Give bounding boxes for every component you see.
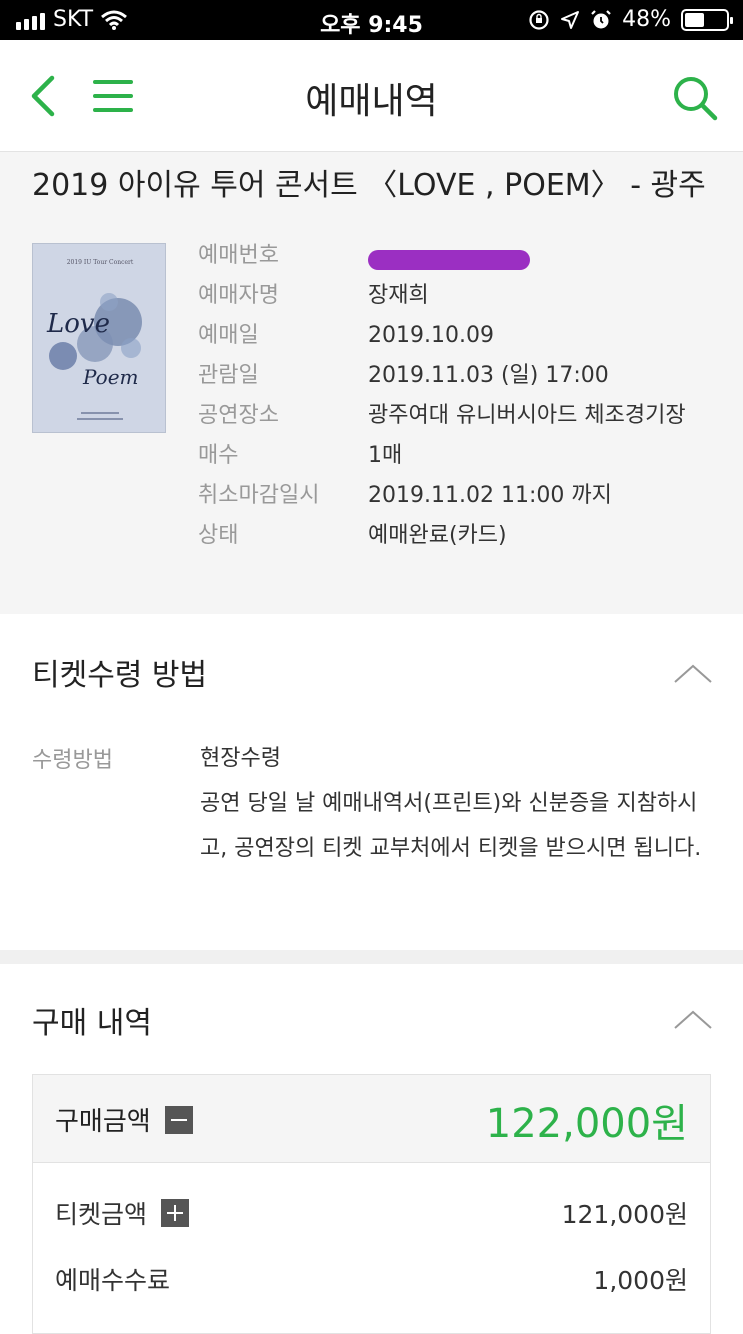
- ticket-count-label: 매수: [198, 443, 239, 468]
- collapse-chevron-icon[interactable]: [673, 662, 713, 684]
- poster-artwork: 2019 IU Tour Concert Love Poem: [33, 244, 165, 432]
- booking-info-section: 2019 아이유 투어 콘서트 〈LOVE , POEM〉 - 광주 2019 …: [0, 152, 743, 614]
- receive-method-description: 공연 당일 날 예매내역서(프린트)와 신분증을 지참하시고, 공연장의 티켓 …: [200, 791, 702, 861]
- poster-header: 2019 IU Tour Concert: [67, 259, 134, 266]
- booking-row-venue: 공연장소 광주여대 유니버시아드 체조경기장: [198, 396, 718, 436]
- purchase-section: 구매 내역 구매금액 122,000원 티켓금액 121,000원 예매수수료 …: [0, 964, 743, 1334]
- total-price-label-group: 구매금액: [55, 1101, 193, 1138]
- status-bar: SKT 오후 9:45 48%: [0, 0, 743, 40]
- booker-name-value: 장재희: [368, 283, 429, 308]
- booking-row-cancel-deadline: 취소마감일시 2019.11.02 11:00 까지: [198, 476, 718, 516]
- section-divider: [0, 950, 743, 964]
- booking-row-count: 매수 1매: [198, 436, 718, 476]
- receive-method-label: 수령방법: [32, 748, 113, 773]
- plus-box-icon[interactable]: [161, 1199, 190, 1227]
- purchase-title: 구매 내역: [32, 1006, 152, 1041]
- concert-poster: 2019 IU Tour Concert Love Poem: [32, 243, 166, 433]
- total-price-row[interactable]: 구매금액 122,000원: [33, 1075, 710, 1163]
- show-date-value: 2019.11.03 (일) 17:00: [368, 363, 609, 388]
- collapse-chevron-icon[interactable]: [673, 1008, 713, 1030]
- ticket-receive-title: 티켓수령 방법: [32, 658, 208, 693]
- booking-row-number: 예매번호: [198, 236, 718, 276]
- battery-icon: [681, 8, 733, 31]
- status-label: 상태: [198, 523, 239, 548]
- booking-number-value: [368, 236, 718, 276]
- ticket-receive-section: 티켓수령 방법 수령방법 현장수령 공연 당일 날 예매내역서(프린트)와 신분…: [0, 614, 743, 950]
- battery-fill: [685, 12, 705, 27]
- ticket-price-amount: 121,000원: [561, 1200, 688, 1229]
- concert-title: 2019 아이유 투어 콘서트 〈LOVE , POEM〉 - 광주: [32, 168, 706, 203]
- poster-word-poem: Poem: [82, 365, 139, 389]
- fee-amount: 1,000원: [593, 1266, 688, 1295]
- minus-box-icon[interactable]: [164, 1105, 193, 1134]
- fee-label-group: 예매수수료: [55, 1261, 170, 1297]
- redaction-mark: [368, 250, 530, 270]
- fee-row: 예매수수료 1,000원: [33, 1241, 710, 1307]
- status-value: 예매완료(카드): [368, 523, 507, 548]
- booking-row-name: 예매자명 장재희: [198, 276, 718, 316]
- booking-date-value: 2019.10.09: [368, 323, 494, 348]
- booking-row-date: 예매일 2019.10.09: [198, 316, 718, 356]
- location-icon: [561, 10, 580, 29]
- ticket-count-value: 1매: [368, 443, 403, 468]
- cancel-deadline-label: 취소마감일시: [198, 483, 320, 508]
- alarm-icon: [591, 9, 611, 28]
- receive-method-value: 현장수령: [200, 746, 281, 771]
- total-price-amount: 122,000원: [485, 1101, 688, 1147]
- ticket-price-label: 티켓금액: [55, 1200, 148, 1229]
- venue-value: 광주여대 유니버시아드 체조경기장: [368, 403, 686, 428]
- booking-details: 예매번호 예매자명 장재희 예매일 2019.10.09 관람일 2019.11…: [198, 236, 718, 556]
- fee-label: 예매수수료: [55, 1266, 171, 1295]
- ticket-price-label-group: 티켓금액: [55, 1195, 190, 1231]
- total-price-label: 구매금액: [55, 1107, 151, 1137]
- battery-percent: 48%: [622, 7, 671, 32]
- poster-word-love: Love: [46, 309, 110, 339]
- ticket-price-row[interactable]: 티켓금액 121,000원: [33, 1175, 710, 1241]
- page-title: 예매내역: [305, 81, 438, 122]
- status-right: 48%: [528, 7, 733, 32]
- booking-date-label: 예매일: [198, 323, 259, 348]
- booking-number-label: 예매번호: [198, 243, 279, 268]
- cancel-deadline-value: 2019.11.02 11:00 까지: [368, 483, 612, 508]
- search-icon[interactable]: [671, 74, 719, 122]
- booking-row-show-date: 관람일 2019.11.03 (일) 17:00: [198, 356, 718, 396]
- nav-bar: 예매내역: [0, 40, 743, 152]
- show-date-label: 관람일: [198, 363, 259, 388]
- booker-name-label: 예매자명: [198, 283, 279, 308]
- venue-label: 공연장소: [198, 403, 279, 428]
- rotation-lock-icon: [529, 9, 549, 30]
- receive-method-content: 현장수령 공연 당일 날 예매내역서(프린트)와 신분증을 지참하시고, 공연장…: [200, 736, 720, 871]
- booking-row-status: 상태 예매완료(카드): [198, 516, 718, 556]
- price-box: 구매금액 122,000원 티켓금액 121,000원 예매수수료 1,000원: [32, 1074, 711, 1334]
